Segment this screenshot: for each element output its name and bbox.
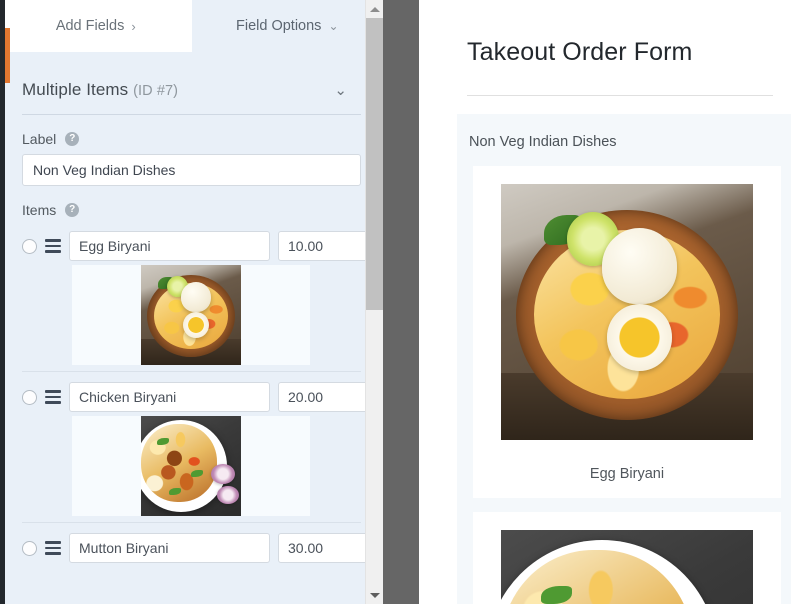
item-name-input[interactable] <box>69 231 270 261</box>
items-heading-group: Items ? <box>0 202 383 218</box>
item-thumbnail-image <box>141 265 241 365</box>
item-thumbnail-image <box>141 416 241 516</box>
preview-field-group[interactable]: Non Veg Indian Dishes Egg Biryani <box>457 114 791 604</box>
items-heading-text: Items <box>22 202 57 218</box>
item-default-radio[interactable] <box>22 540 37 556</box>
item-default-radio[interactable] <box>22 238 37 254</box>
preview-item-card[interactable]: Chicken Biryani <box>473 512 781 604</box>
scroll-down-arrow-icon[interactable] <box>366 586 383 604</box>
admin-rail <box>0 0 5 604</box>
field-options-body: Multiple Items (ID #7) ⌄ Label ? Items ? <box>0 52 383 604</box>
label-input[interactable] <box>22 154 361 186</box>
item-row-controls <box>22 527 383 567</box>
drag-handle-icon[interactable] <box>45 390 61 404</box>
scroll-up-arrow-icon[interactable] <box>366 0 383 18</box>
item-divider <box>22 371 361 372</box>
title-divider <box>467 95 773 96</box>
panel-gutter <box>383 0 419 604</box>
items-list <box>0 225 383 571</box>
page-title: Takeout Order Form <box>467 38 693 66</box>
item-name-input[interactable] <box>69 382 270 412</box>
field-options-panel: Add Fields › Field Options ⌄ Multiple It… <box>0 0 383 604</box>
label-field-heading: Label ? <box>22 131 361 147</box>
active-field-accent-bar <box>5 28 10 83</box>
drag-handle-icon[interactable] <box>45 239 61 253</box>
scrollbar-thumb[interactable] <box>366 18 383 310</box>
field-title-text: Multiple Items <box>22 80 129 99</box>
field-header-divider <box>22 114 361 115</box>
item-thumbnail-wrap <box>72 265 310 365</box>
chevron-down-icon: ⌄ <box>328 19 339 33</box>
form-preview-pane: Takeout Order Form Non Veg Indian Dishes… <box>419 0 791 604</box>
field-id: (ID #7) <box>133 83 179 99</box>
item-row <box>22 376 383 527</box>
builder-tabs: Add Fields › Field Options ⌄ <box>0 0 383 52</box>
preview-item-card[interactable]: Egg Biryani <box>473 166 781 498</box>
tab-field-options-label: Field Options <box>236 18 322 34</box>
item-row <box>22 225 383 376</box>
item-thumbnail-wrap <box>72 416 310 516</box>
label-heading-text: Label <box>22 131 57 147</box>
chevron-right-icon: › <box>131 18 136 34</box>
preview-group-label: Non Veg Indian Dishes <box>469 134 617 150</box>
preview-item-image <box>501 530 753 604</box>
preview-item-caption: Egg Biryani <box>589 466 665 482</box>
preview-item-image <box>501 184 753 440</box>
item-row <box>22 527 383 571</box>
collapse-chevron-down-icon[interactable]: ⌄ <box>334 83 347 98</box>
help-icon[interactable]: ? <box>65 132 80 146</box>
item-divider <box>22 522 361 523</box>
item-default-radio[interactable] <box>22 389 37 405</box>
tab-field-options[interactable]: Field Options ⌄ <box>191 0 383 52</box>
items-field-heading: Items ? <box>22 202 361 218</box>
item-name-input[interactable] <box>69 533 270 563</box>
form-builder-app: Add Fields › Field Options ⌄ Multiple It… <box>0 0 791 604</box>
tab-add-fields[interactable]: Add Fields › <box>0 0 192 52</box>
item-row-controls <box>22 376 383 416</box>
drag-handle-icon[interactable] <box>45 541 61 555</box>
field-header[interactable]: Multiple Items (ID #7) ⌄ <box>0 52 383 114</box>
items-help-icon[interactable]: ? <box>65 203 80 217</box>
label-field-group: Label ? <box>0 131 383 186</box>
builder-scrollbar[interactable] <box>365 0 383 604</box>
tab-add-fields-label: Add Fields <box>55 18 125 34</box>
item-row-controls <box>22 225 383 265</box>
field-title: Multiple Items (ID #7) <box>22 80 178 100</box>
